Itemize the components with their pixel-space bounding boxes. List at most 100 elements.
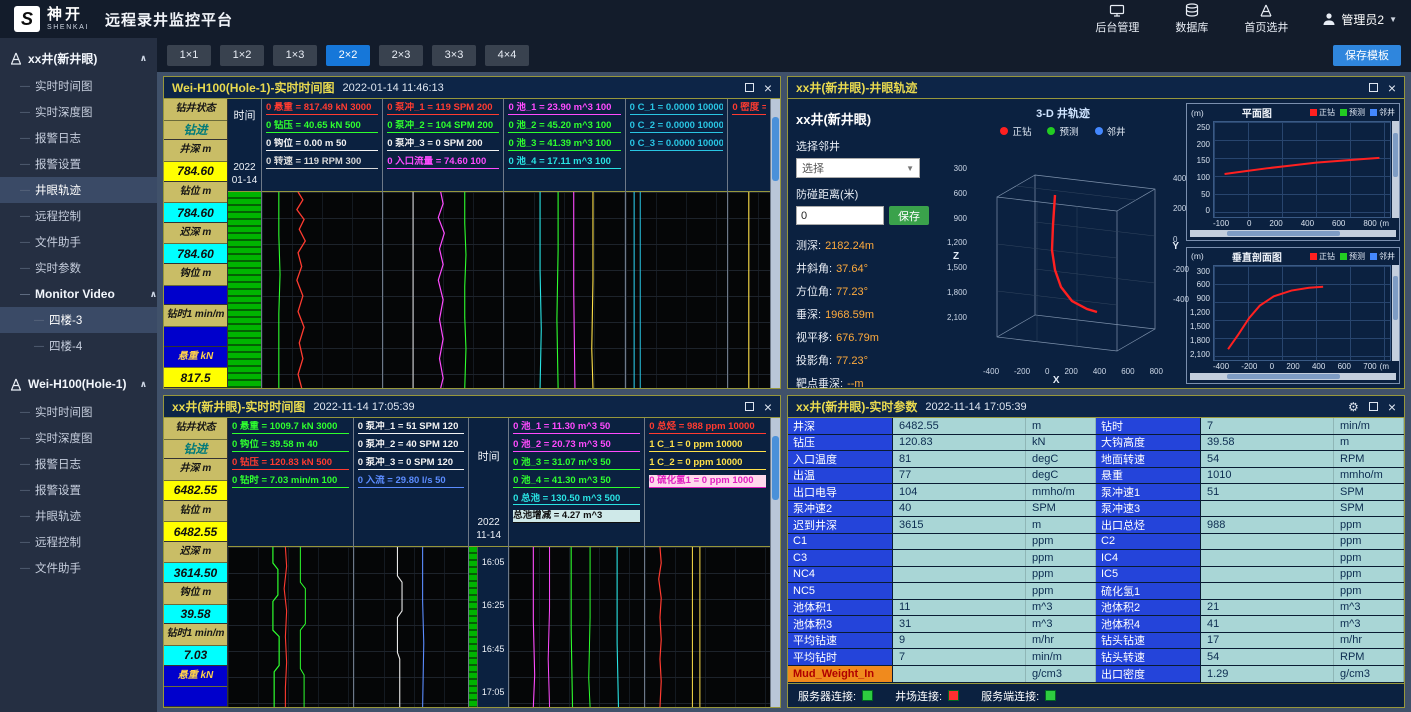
layout-button[interactable]: 2×2 bbox=[326, 45, 370, 66]
sidebar-item[interactable]: 井眼轨迹 bbox=[0, 177, 157, 203]
close-icon[interactable]: × bbox=[764, 400, 772, 414]
tick: 700 bbox=[1363, 362, 1376, 371]
sidebar-item[interactable]: 远程控制 bbox=[0, 203, 157, 229]
sidebar-well-weih100[interactable]: Wei-H100(Hole-1) ∧ bbox=[0, 369, 157, 399]
param-name: 池体积4 bbox=[1096, 616, 1201, 632]
layout-button[interactable]: 1×3 bbox=[273, 45, 317, 66]
layout-button[interactable]: 4×4 bbox=[485, 45, 529, 66]
vertical-scrollbar[interactable] bbox=[1392, 121, 1399, 218]
track-legend: 0 泵冲_1 = 51 SPM 1200 泵冲_2 = 40 SPM 1200 … bbox=[354, 418, 468, 546]
nav-backend-management[interactable]: 后台管理 bbox=[1095, 4, 1139, 35]
expand-icon[interactable] bbox=[745, 402, 754, 411]
collapse-caret-icon[interactable]: ∧ bbox=[140, 53, 147, 64]
sidebar-item[interactable]: 报警设置 bbox=[0, 151, 157, 177]
table-row: 井深 6482.55 m 钻时 7 min/m bbox=[788, 418, 1404, 435]
sidebar-item[interactable]: 井眼轨迹 bbox=[0, 503, 157, 529]
sidebar-item[interactable]: 文件助手 bbox=[0, 555, 157, 581]
sidebar-item[interactable]: 文件助手 bbox=[0, 229, 157, 255]
layout-button[interactable]: 1×1 bbox=[167, 45, 211, 66]
scrollbar-thumb[interactable] bbox=[1393, 133, 1398, 177]
sidebar-video-item[interactable]: 四楼-3 bbox=[0, 307, 157, 333]
legend-entry: 0 总池 = 130.50 m^3 500 bbox=[513, 493, 640, 506]
param-block: 钻位 m 784.60 bbox=[164, 182, 227, 223]
tracks: 0 悬重 = 1009.7 kN 30000 钩位 = 39.58 m 400 … bbox=[228, 418, 771, 707]
scrollbar-thumb[interactable] bbox=[1227, 374, 1340, 379]
legend-item: 预测 bbox=[1340, 107, 1365, 118]
param-name: NC5 bbox=[788, 583, 893, 599]
horizontal-scrollbar[interactable] bbox=[1190, 230, 1396, 237]
vertical-scrollbar[interactable] bbox=[1392, 265, 1399, 362]
save-template-button[interactable]: 保存模板 bbox=[1333, 45, 1401, 66]
close-icon[interactable]: × bbox=[764, 81, 772, 95]
time-tick: 17:05 bbox=[478, 687, 508, 697]
param-name-highlighted: Mud_Weight_In bbox=[788, 666, 893, 683]
tick: 400 bbox=[1312, 362, 1325, 371]
scrollbar-thumb[interactable] bbox=[772, 117, 779, 181]
x-ticks-list: -1000200400600800 bbox=[1213, 219, 1377, 228]
curve-layer bbox=[1214, 266, 1390, 361]
adjacent-well-select[interactable]: 选择 ▼ bbox=[796, 158, 920, 178]
collapse-caret-icon[interactable]: ∧ bbox=[140, 379, 147, 390]
trajectory-reading: 视平移:676.79m bbox=[796, 329, 938, 345]
param-label: 钻井状态 bbox=[164, 418, 227, 440]
sidebar-well-xx[interactable]: xx井(新井眼) ∧ bbox=[0, 43, 157, 73]
vertical-scrollbar[interactable] bbox=[771, 99, 780, 388]
time-year: 2022 bbox=[233, 162, 255, 173]
param-value bbox=[164, 286, 227, 306]
legend-square bbox=[1340, 109, 1347, 116]
gear-icon[interactable]: ⚙ bbox=[1348, 401, 1359, 413]
drilling-state-strip bbox=[228, 191, 261, 388]
sidebar-item[interactable]: 远程控制 bbox=[0, 529, 157, 555]
sidebar-item-label: 实时深度图 bbox=[35, 430, 93, 446]
sidebar-item[interactable]: 实时深度图 bbox=[0, 425, 157, 451]
sidebar-item-monitor-video[interactable]: Monitor Video ∧ bbox=[0, 281, 157, 307]
legend-label: 正钻 bbox=[1319, 107, 1335, 118]
close-icon[interactable]: × bbox=[1388, 81, 1396, 95]
sidebar-item[interactable]: 实时时间图 bbox=[0, 73, 157, 99]
collision-distance-input[interactable] bbox=[796, 206, 884, 225]
sidebar-item[interactable]: 报警日志 bbox=[0, 451, 157, 477]
sidebar-item[interactable]: 实时时间图 bbox=[0, 399, 157, 425]
save-button[interactable]: 保存 bbox=[889, 206, 929, 225]
layout-button[interactable]: 1×2 bbox=[220, 45, 264, 66]
nav-home-well-select[interactable]: 首页选井 bbox=[1244, 4, 1288, 35]
sidebar-item[interactable]: 报警设置 bbox=[0, 477, 157, 503]
param-name: 入口温度 bbox=[788, 451, 893, 467]
param-value bbox=[893, 567, 1026, 583]
legend-entry: 0 池_1 = 11.30 m^3 50 bbox=[513, 421, 640, 434]
legend-entry: 0 池_2 = 45.20 m^3 100 bbox=[508, 120, 620, 133]
expand-icon[interactable] bbox=[745, 83, 754, 92]
sidebar-item[interactable]: 实时参数 bbox=[0, 255, 157, 281]
well-label: xx井(新井眼) bbox=[28, 50, 97, 67]
track-pumps: 0 泵冲_1 = 51 SPM 1200 泵冲_2 = 40 SPM 1200 … bbox=[354, 418, 469, 707]
legend-square bbox=[1370, 253, 1377, 260]
sidebar-item[interactable]: 报警日志 bbox=[0, 125, 157, 151]
legend-entry: 0 钻压 = 120.83 kN 500 bbox=[232, 457, 349, 470]
expand-icon[interactable] bbox=[1369, 402, 1378, 411]
vertical-scrollbar[interactable] bbox=[771, 418, 780, 707]
sidebar-video-item[interactable]: 四楼-4 bbox=[0, 333, 157, 359]
tick: 800 bbox=[1150, 367, 1163, 376]
collapse-caret-icon[interactable]: ∧ bbox=[150, 289, 157, 300]
user-menu[interactable]: 管理员2 ▼ bbox=[1322, 11, 1397, 28]
param-value: 988 bbox=[1201, 517, 1334, 533]
logo-cn: 神开 bbox=[47, 7, 89, 22]
close-icon[interactable]: × bbox=[1388, 400, 1396, 414]
param-name: 悬重 bbox=[1096, 468, 1201, 484]
horizontal-scrollbar[interactable] bbox=[1190, 373, 1396, 380]
table-row: C1 ppm C2 ppm bbox=[788, 534, 1404, 551]
app: S 神开 SHENKAI 远程录井监控平台 后台管理 数据库 首页选井 bbox=[0, 0, 1411, 712]
layout-button[interactable]: 2×3 bbox=[379, 45, 423, 66]
nav-database[interactable]: 数据库 bbox=[1175, 3, 1208, 35]
scrollbar-thumb[interactable] bbox=[1393, 276, 1398, 320]
layout-button[interactable]: 3×3 bbox=[432, 45, 476, 66]
window-controls: × bbox=[745, 400, 772, 414]
sidebar-item[interactable]: 实时深度图 bbox=[0, 99, 157, 125]
scrollbar-thumb[interactable] bbox=[1227, 231, 1340, 236]
expand-icon[interactable] bbox=[1369, 83, 1378, 92]
tick: 300 bbox=[1187, 267, 1210, 276]
legend-entry: 0 泵冲_3 = 0 SPM 120 bbox=[358, 457, 464, 470]
scrollbar-thumb[interactable] bbox=[772, 436, 779, 500]
time-label: 时间 bbox=[478, 448, 500, 464]
reading-label: 视平移: bbox=[796, 332, 832, 344]
